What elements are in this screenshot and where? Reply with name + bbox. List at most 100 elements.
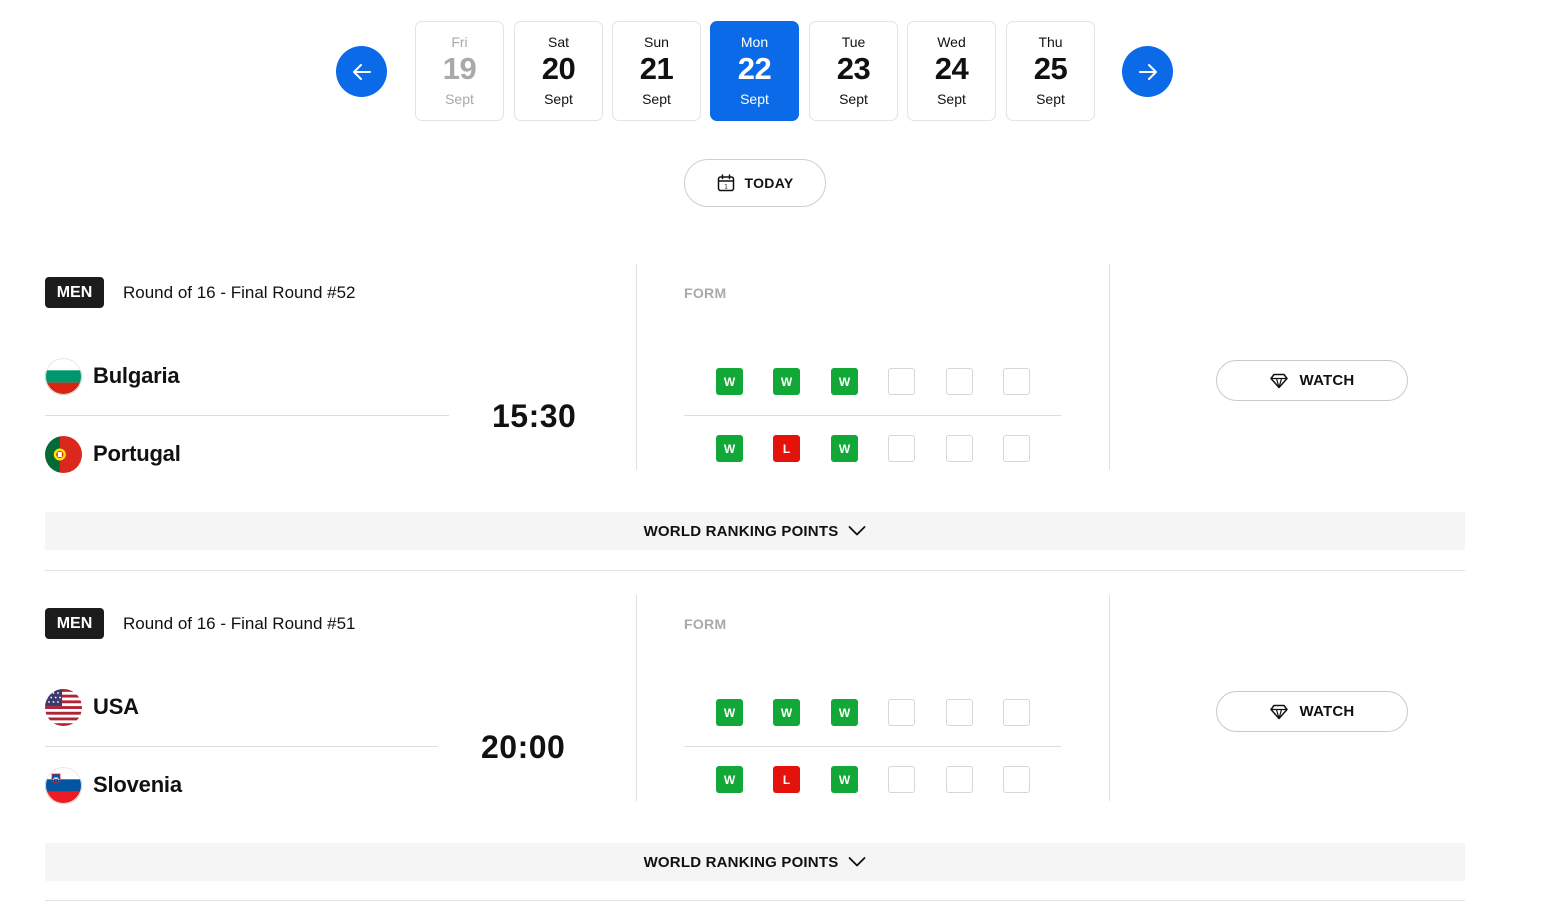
form-result-empty [946, 368, 973, 395]
day-of-week: Fri [451, 34, 468, 50]
date-card-thu-25[interactable]: Thu 25 Sept [1006, 21, 1095, 121]
month-label: Sept [445, 91, 474, 107]
form-result: L [773, 435, 800, 462]
date-strip: Fri 19 Sept Sat 20 Sept Sun 21 Sept Mon … [336, 21, 1174, 121]
svg-text:1: 1 [724, 184, 728, 191]
month-label: Sept [544, 91, 573, 107]
world-ranking-points-toggle[interactable]: WORLD RANKING POINTS [45, 843, 1465, 881]
form-result-empty [1003, 766, 1030, 793]
kickoff-time: 15:30 [492, 398, 577, 434]
day-number: 23 [836, 51, 871, 86]
form-result-empty [946, 766, 973, 793]
watch-button-label: WATCH [1299, 703, 1355, 720]
form-result: W [773, 368, 800, 395]
day-of-week: Tue [841, 34, 866, 50]
day-number: 24 [934, 51, 969, 86]
team-divider [45, 415, 449, 416]
month-label: Sept [642, 91, 671, 107]
date-card-mon-22[interactable]: Mon 22 Sept [710, 21, 799, 121]
gender-badge: MEN [45, 608, 104, 639]
team-name: USA [93, 694, 139, 719]
form-result: W [716, 699, 743, 726]
form-label: FORM [684, 616, 727, 632]
form-result: W [831, 766, 858, 793]
form-result-empty [1003, 435, 1030, 462]
team-row-away[interactable]: Portugal [45, 434, 181, 474]
team-row-home[interactable]: Bulgaria [45, 356, 180, 396]
round-label: Round of 16 - Final Round #51 [123, 614, 356, 633]
day-number: 21 [639, 51, 674, 86]
form-result-empty [1003, 368, 1030, 395]
day-of-week: Wed [937, 34, 966, 50]
arrow-right-icon [1138, 63, 1157, 80]
form-divider [684, 746, 1061, 747]
form-result: W [831, 368, 858, 395]
day-number: 20 [541, 51, 576, 86]
month-label: Sept [937, 91, 966, 107]
team-divider [45, 746, 438, 747]
world-ranking-points-label: WORLD RANKING POINTS [643, 853, 839, 871]
form-result: W [773, 699, 800, 726]
watch-button[interactable]: WATCH [1216, 360, 1408, 401]
watch-button[interactable]: WATCH [1216, 691, 1408, 732]
next-dates-button[interactable] [1122, 46, 1173, 97]
slovenia-flag-icon [45, 766, 82, 804]
team-row-home[interactable]: USA [45, 687, 139, 727]
calendar-icon: 1 [717, 174, 734, 192]
form-result-empty [946, 435, 973, 462]
match-card: MEN Round of 16 - Final Round #52 Bulgar… [45, 264, 1465, 577]
today-button-label: TODAY [744, 175, 794, 191]
day-number: 25 [1033, 51, 1068, 86]
form-result-empty [946, 699, 973, 726]
chevron-down-icon [849, 526, 866, 536]
month-label: Sept [839, 91, 868, 107]
form-result-empty [888, 435, 915, 462]
chevron-down-icon [849, 857, 866, 867]
arrow-left-icon [352, 63, 371, 80]
form-result: W [716, 435, 743, 462]
form-divider [684, 415, 1061, 416]
day-of-week: Sun [644, 34, 669, 50]
form-result: W [716, 766, 743, 793]
match-separator [45, 570, 1465, 571]
form-result: W [831, 699, 858, 726]
day-number: 19 [442, 51, 477, 86]
team-row-away[interactable]: Slovenia [45, 765, 182, 805]
watch-button-label: WATCH [1299, 372, 1355, 389]
day-of-week: Thu [1038, 34, 1063, 50]
column-divider [636, 264, 637, 470]
team-name: Bulgaria [93, 363, 180, 388]
diamond-icon [1269, 373, 1288, 388]
bulgaria-flag-icon [45, 357, 82, 395]
form-result-empty [888, 368, 915, 395]
usa-flag-icon [45, 688, 82, 726]
kickoff-time: 20:00 [481, 729, 566, 765]
form-result-empty [888, 699, 915, 726]
form-result: L [773, 766, 800, 793]
date-card-fri-19[interactable]: Fri 19 Sept [415, 21, 504, 121]
date-card-sun-21[interactable]: Sun 21 Sept [612, 21, 701, 121]
match-card: MEN Round of 16 - Final Round #51 USA Sl… [45, 595, 1465, 908]
gender-badge: MEN [45, 277, 104, 308]
world-ranking-points-label: WORLD RANKING POINTS [643, 522, 839, 540]
today-button[interactable]: 1 TODAY [684, 159, 826, 207]
world-ranking-points-toggle[interactable]: WORLD RANKING POINTS [45, 512, 1465, 550]
date-card-tue-23[interactable]: Tue 23 Sept [809, 21, 898, 121]
form-result-empty [888, 766, 915, 793]
match-separator [45, 900, 1465, 901]
previous-dates-button[interactable] [336, 46, 387, 97]
column-divider [636, 595, 637, 801]
date-card-wed-24[interactable]: Wed 24 Sept [907, 21, 996, 121]
round-label: Round of 16 - Final Round #52 [123, 283, 356, 302]
date-card-sat-20[interactable]: Sat 20 Sept [514, 21, 603, 121]
form-result-empty [1003, 699, 1030, 726]
diamond-icon [1269, 704, 1288, 719]
column-divider [1109, 595, 1110, 801]
column-divider [1109, 264, 1110, 470]
day-of-week: Sat [547, 34, 569, 50]
form-label: FORM [684, 285, 727, 301]
month-label: Sept [1036, 91, 1065, 107]
team-name: Portugal [93, 441, 181, 466]
day-number: 22 [737, 51, 772, 86]
form-result: W [831, 435, 858, 462]
